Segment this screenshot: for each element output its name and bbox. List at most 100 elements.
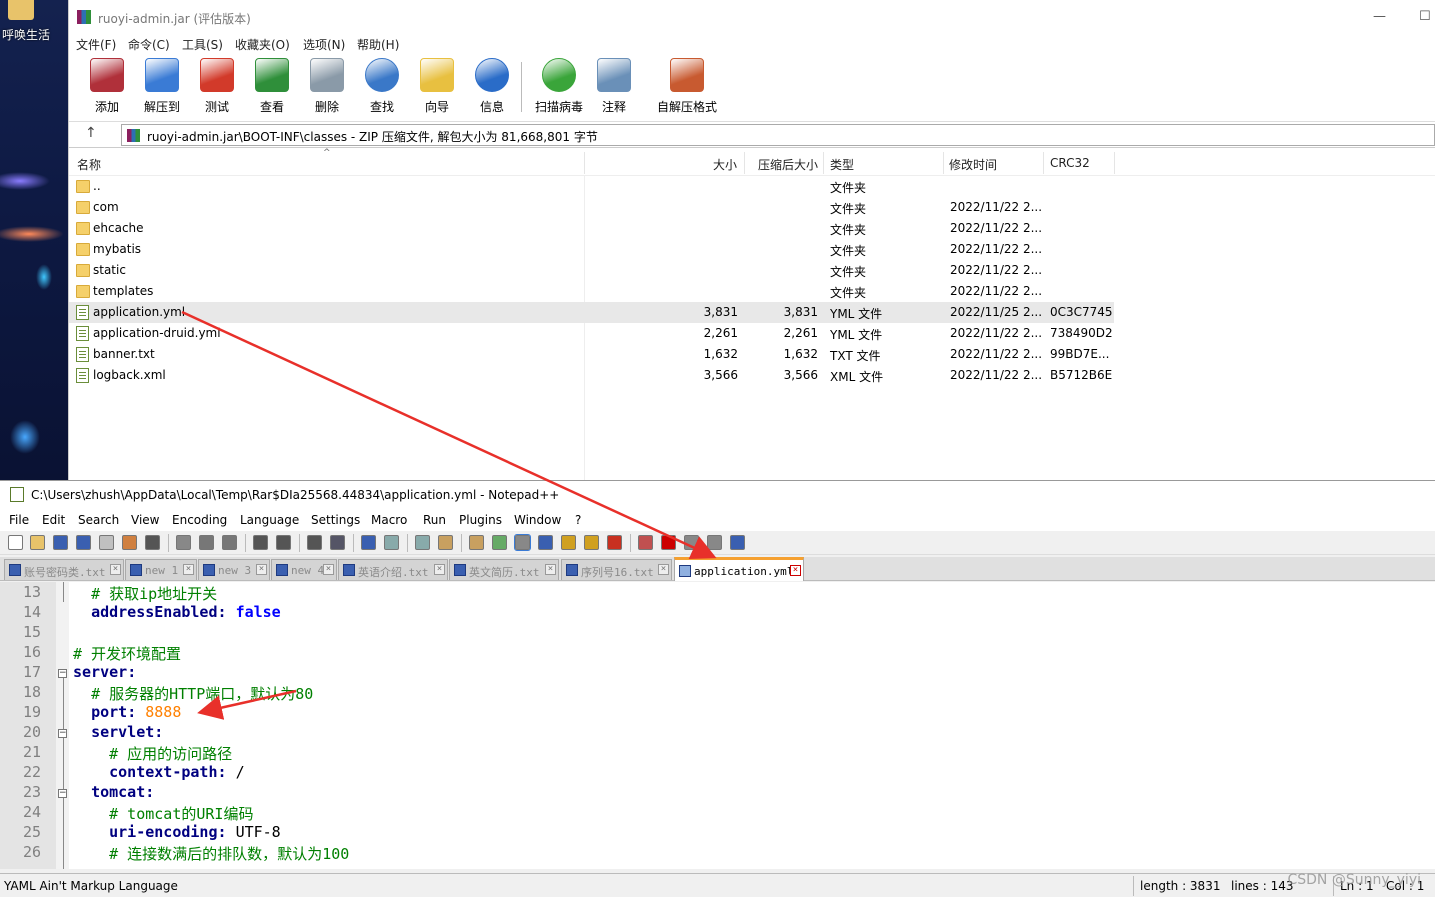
- file-tab[interactable]: new 3 ×: [198, 559, 270, 580]
- toolbar-button[interactable]: 自解压格式: [645, 58, 729, 115]
- code-editor[interactable]: − − − 13 # 获取ip地址开关 14 addressEnabled: fa…: [0, 582, 1435, 869]
- column-divider[interactable]: [1043, 152, 1044, 174]
- word-wrap-icon[interactable]: [469, 535, 484, 550]
- toolbar-button[interactable]: 测试: [189, 58, 245, 115]
- replace-icon[interactable]: [330, 535, 345, 550]
- menu-item[interactable]: Language: [240, 513, 299, 527]
- menu-item[interactable]: View: [131, 513, 159, 527]
- menu-item[interactable]: Settings: [311, 513, 360, 527]
- menu-item[interactable]: Plugins: [459, 513, 502, 527]
- file-row[interactable]: application.yml 3,831 3,831 YML 文件 2022/11/2…: [69, 302, 1114, 323]
- stop-record-icon[interactable]: [684, 535, 699, 550]
- column-header-crc[interactable]: CRC32: [1050, 156, 1090, 170]
- close-icon[interactable]: [99, 535, 114, 550]
- tab-close-icon[interactable]: ×: [434, 564, 445, 575]
- monitor-icon[interactable]: [638, 535, 653, 550]
- new-file-icon[interactable]: [8, 535, 23, 550]
- find-icon[interactable]: [307, 535, 322, 550]
- menu-item[interactable]: Window: [514, 513, 561, 527]
- menu-item[interactable]: Macro: [371, 513, 407, 527]
- column-divider[interactable]: [744, 152, 745, 174]
- tab-close-icon[interactable]: ×: [545, 564, 556, 575]
- menu-item[interactable]: File: [9, 513, 29, 527]
- up-arrow-icon[interactable]: ↑: [85, 125, 97, 141]
- column-header-type[interactable]: 类型: [830, 156, 854, 173]
- file-tab[interactable]: 英语介绍.txt ×: [338, 559, 448, 580]
- copy-icon[interactable]: [199, 535, 214, 550]
- run-macro-icon[interactable]: [730, 535, 745, 550]
- menu-item[interactable]: 收藏夹(O): [235, 36, 290, 53]
- column-divider[interactable]: [584, 152, 585, 174]
- toolbar-button[interactable]: 信息: [464, 58, 520, 115]
- folder-workspace-icon[interactable]: [607, 535, 622, 550]
- toolbar-button[interactable]: 删除: [299, 58, 355, 115]
- column-header-name[interactable]: 名称: [77, 156, 101, 173]
- all-chars-icon[interactable]: [492, 535, 507, 550]
- toolbar-button[interactable]: 查找: [354, 58, 410, 115]
- column-header-packed[interactable]: 压缩后大小: [758, 156, 818, 173]
- path-field[interactable]: ruoyi-admin.jar\BOOT-INF\classes - ZIP 压…: [121, 124, 1435, 146]
- indent-guide-icon[interactable]: [514, 534, 531, 551]
- folder-row[interactable]: ehcache 文件夹 2022/11/22 2...: [69, 218, 1114, 239]
- redo-icon[interactable]: [276, 535, 291, 550]
- print-icon[interactable]: [145, 535, 160, 550]
- tab-close-icon[interactable]: ×: [110, 564, 121, 575]
- toolbar-button[interactable]: 扫描病毒: [528, 58, 590, 115]
- file-tab[interactable]: 账号密码类.txt ×: [4, 559, 124, 580]
- menu-item[interactable]: 命令(C): [128, 36, 170, 53]
- column-header-size[interactable]: 大小: [713, 156, 737, 173]
- toolbar-button[interactable]: 查看: [244, 58, 300, 115]
- sync-vertical-icon[interactable]: [415, 535, 430, 550]
- sync-horizontal-icon[interactable]: [438, 535, 453, 550]
- folder-row[interactable]: templates 文件夹 2022/11/22 2...: [69, 281, 1114, 302]
- toolbar-button[interactable]: 解压到: [134, 58, 190, 115]
- menu-item[interactable]: 文件(F): [76, 36, 116, 53]
- file-tab[interactable]: 英文简历.txt ×: [449, 559, 559, 580]
- menu-item[interactable]: Search: [78, 513, 119, 527]
- zoom-out-icon[interactable]: [384, 535, 399, 550]
- toolbar-button[interactable]: 注释: [586, 58, 642, 115]
- close-all-icon[interactable]: [122, 535, 137, 550]
- column-divider[interactable]: [943, 152, 944, 174]
- column-header-modified[interactable]: 修改时间: [949, 156, 997, 173]
- npp-titlebar[interactable]: C:\Users\zhush\AppData\Local\Temp\Rar$DI…: [0, 481, 1435, 510]
- minimize-button[interactable]: —: [1373, 9, 1386, 24]
- fold-toggle-icon[interactable]: −: [58, 669, 67, 678]
- column-divider[interactable]: [823, 152, 824, 174]
- tab-close-icon[interactable]: ×: [658, 564, 669, 575]
- menu-item[interactable]: Run: [423, 513, 446, 527]
- fold-toggle-icon[interactable]: −: [58, 729, 67, 738]
- desktop-folder-icon[interactable]: [8, 0, 34, 20]
- tab-close-icon[interactable]: ×: [790, 565, 801, 576]
- save-all-icon[interactable]: [76, 535, 91, 550]
- add-button[interactable]: 添加: [79, 58, 135, 115]
- file-row[interactable]: logback.xml 3,566 3,566 XML 文件 2022/11/22 2.…: [69, 365, 1114, 386]
- menu-item[interactable]: 帮助(H): [357, 36, 399, 53]
- doc-map-icon[interactable]: [561, 535, 576, 550]
- save-icon[interactable]: [53, 535, 68, 550]
- function-list-icon[interactable]: [584, 535, 599, 550]
- tab-application-yml[interactable]: application.yml ×: [674, 557, 804, 581]
- zoom-in-icon[interactable]: [361, 535, 376, 550]
- undo-icon[interactable]: [253, 535, 268, 550]
- column-divider[interactable]: [1114, 152, 1115, 174]
- open-file-icon[interactable]: [30, 535, 45, 550]
- tab-close-icon[interactable]: ×: [323, 564, 334, 575]
- cut-icon[interactable]: [176, 535, 191, 550]
- folder-row[interactable]: com 文件夹 2022/11/22 2...: [69, 197, 1114, 218]
- tab-close-icon[interactable]: ×: [183, 564, 194, 575]
- folder-row[interactable]: .. 文件夹: [69, 176, 1114, 197]
- toolbar-button[interactable]: 向导: [409, 58, 465, 115]
- menu-item[interactable]: ?: [575, 513, 581, 527]
- menu-item[interactable]: Encoding: [172, 513, 227, 527]
- menu-item[interactable]: 工具(S): [182, 36, 223, 53]
- menu-item[interactable]: 选项(N): [303, 36, 345, 53]
- fold-toggle-icon[interactable]: −: [58, 789, 67, 798]
- menu-item[interactable]: Edit: [42, 513, 65, 527]
- paste-icon[interactable]: [222, 535, 237, 550]
- maximize-button[interactable]: ☐: [1419, 9, 1431, 24]
- file-tab[interactable]: new 4 ×: [271, 559, 337, 580]
- tab-close-icon[interactable]: ×: [256, 564, 267, 575]
- winrar-titlebar[interactable]: ruoyi-admin.jar (评估版本) — ☐: [69, 0, 1435, 34]
- file-row[interactable]: application-druid.yml 2,261 2,261 YML 文件 202…: [69, 323, 1114, 344]
